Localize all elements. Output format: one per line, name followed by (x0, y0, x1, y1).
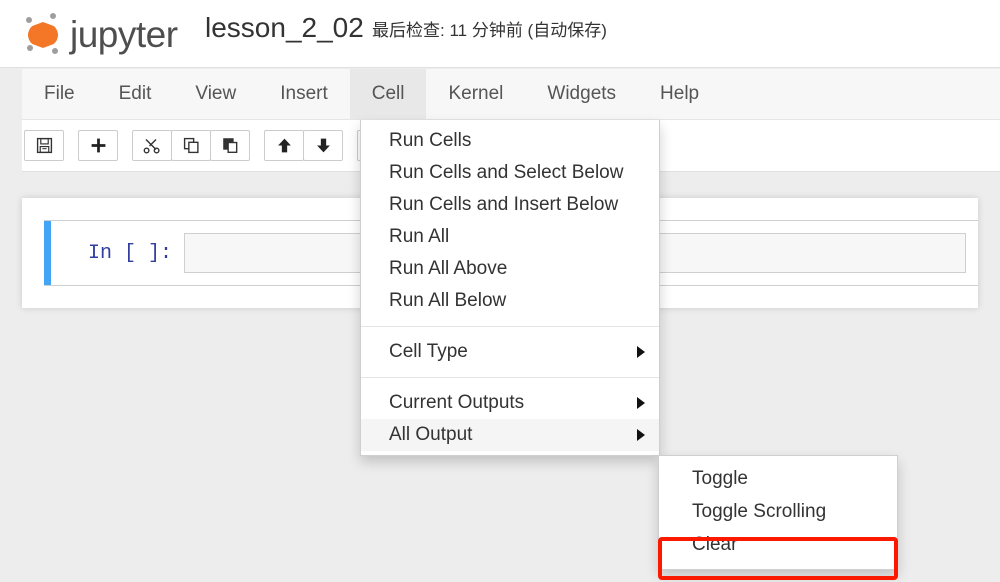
insert-cell-button[interactable] (78, 130, 118, 161)
menu-item-label: View (195, 83, 236, 105)
menu-item-label: Run All (389, 226, 645, 248)
copy-cell-button[interactable] (171, 130, 211, 161)
menu-item-insert[interactable]: Insert (258, 69, 350, 119)
menu-item-label: Cell Type (389, 341, 627, 363)
cell-input-prompt: In [ ]: (44, 242, 184, 265)
menu-item-view[interactable]: View (173, 69, 258, 119)
move-cell-up-button[interactable] (264, 130, 304, 161)
scissors-icon (143, 137, 161, 154)
jupyter-logo-text: jupyter (70, 16, 178, 53)
arrow-down-icon (315, 137, 332, 154)
menu-item-edit[interactable]: Edit (97, 69, 174, 119)
menu-item-file[interactable]: File (22, 69, 97, 119)
arrow-up-icon (276, 137, 293, 154)
menu-item-label: Run All Above (389, 258, 645, 280)
menu-item-label: Toggle (692, 468, 883, 490)
cell-menu-item-run-all-below[interactable]: Run All Below (361, 285, 659, 317)
all-output-item-toggle[interactable]: Toggle (659, 462, 897, 495)
toolbar-group-file (24, 130, 64, 161)
menu-item-label: Run Cells (389, 130, 645, 152)
cell-menu-item-cell-type[interactable]: Cell Type (361, 336, 659, 368)
menu-item-label: All Output (389, 424, 627, 446)
plus-icon (90, 137, 107, 154)
menu-item-label: Run Cells and Insert Below (389, 194, 645, 216)
cell-menu-item-run-all-above[interactable]: Run All Above (361, 253, 659, 285)
cell-menu-item-run-cells-and-select-below[interactable]: Run Cells and Select Below (361, 157, 659, 189)
cell-menu-item-run-all[interactable]: Run All (361, 221, 659, 253)
menu-item-cell[interactable]: Cell (350, 69, 427, 119)
cell-menu-item-all-output[interactable]: All Output (361, 419, 659, 451)
floppy-disk-icon (36, 137, 53, 154)
paste-cell-button[interactable] (210, 130, 250, 161)
submenu-arrow-icon (637, 429, 645, 441)
menu-item-label: Run Cells and Select Below (389, 162, 645, 184)
move-cell-down-button[interactable] (303, 130, 343, 161)
jupyter-logo[interactable]: jupyter (22, 9, 178, 57)
menu-item-label: Edit (119, 83, 152, 105)
all-output-item-toggle-scrolling[interactable]: Toggle Scrolling (659, 495, 897, 528)
cell-menu-item-current-outputs[interactable]: Current Outputs (361, 387, 659, 419)
menu-item-label: Cell (372, 83, 405, 105)
toolbar-group-insert (78, 130, 118, 161)
menu-bar: File Edit View Insert Cell Kernel Widgets Help (22, 69, 1000, 120)
menu-item-label: Current Outputs (389, 392, 627, 414)
menu-item-label: File (44, 83, 75, 105)
save-button[interactable] (24, 130, 64, 161)
menu-item-label: Insert (280, 83, 328, 105)
menu-item-help[interactable]: Help (638, 69, 721, 119)
checkpoint-status: 最后检查: 11 分钟前 (自动保存) (372, 22, 607, 39)
toolbar-group-move (264, 130, 343, 161)
cell-selection-indicator (44, 221, 51, 285)
menu-item-kernel[interactable]: Kernel (426, 69, 525, 119)
paste-icon (222, 137, 239, 154)
menu-separator (361, 377, 659, 378)
menu-item-label: Clear (692, 534, 883, 556)
menu-item-label: Toggle Scrolling (692, 501, 883, 523)
notebook-header: jupyter lesson_2_02 最后检查: 11 分钟前 (自动保存) (0, 0, 1000, 68)
notebook-title[interactable]: lesson_2_02 (205, 14, 364, 42)
cell-menu-item-run-cells[interactable]: Run Cells (361, 125, 659, 157)
jupyter-logo-icon (22, 10, 64, 56)
menu-item-label: Run All Below (389, 290, 645, 312)
cut-cell-button[interactable] (132, 130, 172, 161)
copy-icon (183, 137, 200, 154)
menu-item-widgets[interactable]: Widgets (525, 69, 638, 119)
cell-menu-dropdown: Run Cells Run Cells and Select Below Run C… (360, 120, 660, 456)
toolbar-group-edit (132, 130, 250, 161)
all-output-item-clear[interactable]: Clear (659, 528, 897, 561)
menu-bar-items: File Edit View Insert Cell Kernel Widgets Help (22, 69, 1000, 119)
all-output-submenu: Toggle Toggle Scrolling Clear (658, 455, 898, 570)
menu-item-label: Widgets (547, 83, 616, 105)
menu-item-label: Help (660, 83, 699, 105)
menu-separator (361, 326, 659, 327)
cell-menu-item-run-cells-and-insert-below[interactable]: Run Cells and Insert Below (361, 189, 659, 221)
submenu-arrow-icon (637, 397, 645, 409)
submenu-arrow-icon (637, 346, 645, 358)
menu-item-label: Kernel (448, 83, 503, 105)
